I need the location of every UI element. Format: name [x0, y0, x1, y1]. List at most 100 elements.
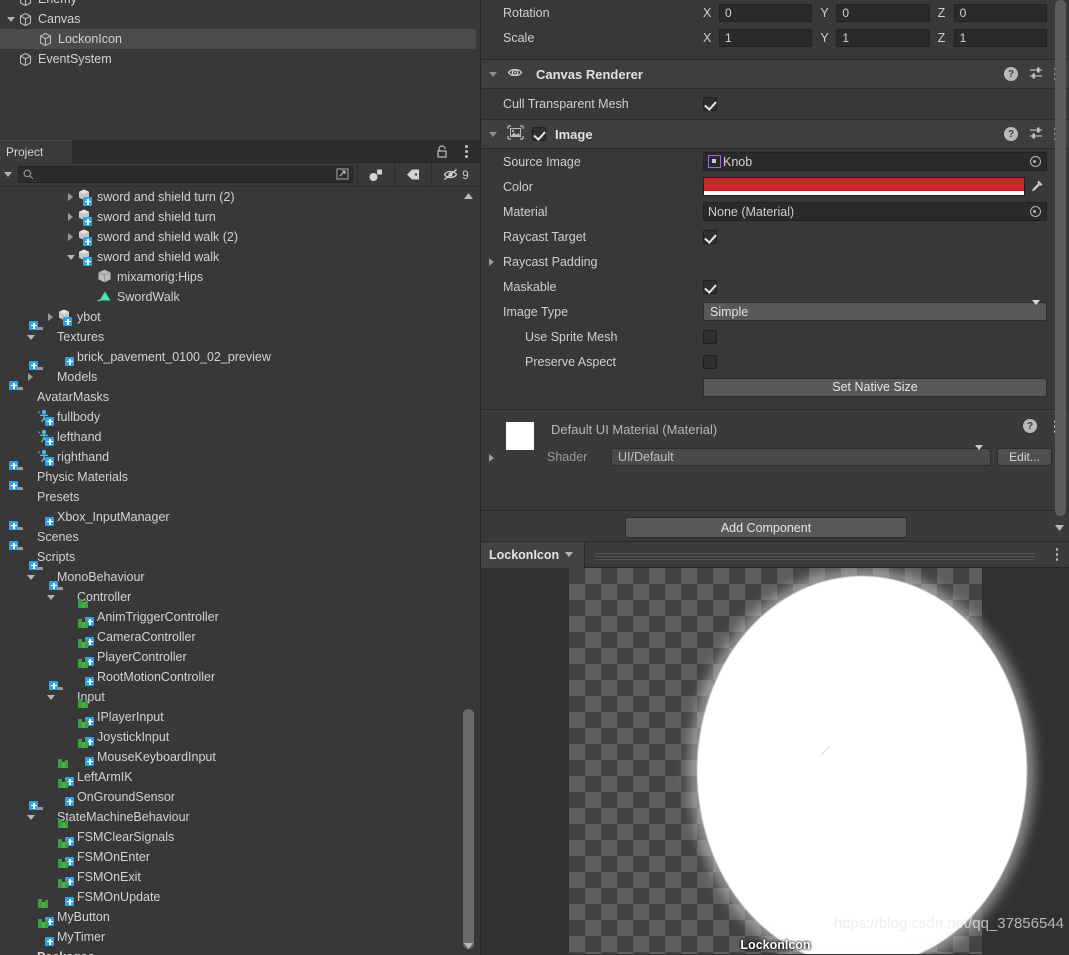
lock-icon[interactable]: [436, 145, 448, 158]
canvas-renderer-header[interactable]: Canvas Renderer ?: [481, 59, 1069, 89]
project-tree-item[interactable]: Scenes: [0, 521, 480, 547]
preview-panel[interactable]: LockonIcon LockonIcon https://blog.csdn.…: [480, 541, 1069, 955]
hierarchy-panel[interactable]: Enemy Canvas LockonIcon EventSystem: [0, 0, 480, 140]
object-filter-icon[interactable]: [358, 163, 394, 187]
visibility-off-icon[interactable]: 9: [432, 163, 480, 187]
scroll-up-arrow[interactable]: [463, 189, 474, 203]
hierarchy-item-lockonicon[interactable]: LockonIcon: [0, 29, 476, 49]
project-tree-item[interactable]: LeftArmIK: [0, 759, 480, 787]
foldout-arrow-expanded[interactable]: [24, 814, 37, 820]
project-tree-item[interactable]: sword and shield walk: [0, 247, 480, 267]
use-sprite-mesh-row[interactable]: Use Sprite Mesh: [481, 324, 1069, 349]
help-icon[interactable]: ?: [1023, 419, 1037, 433]
inspector-scrollbar-thumb[interactable]: [1055, 0, 1066, 516]
project-tree-item[interactable]: fullbody: [0, 407, 480, 427]
foldout-arrow-collapsed[interactable]: [64, 213, 77, 221]
project-scrollbar-thumb[interactable]: [463, 709, 474, 949]
project-tree-item[interactable]: CameraController: [0, 619, 480, 647]
material-preview-block[interactable]: Default UI Material (Material) Shader UI…: [481, 409, 1069, 479]
project-tree-item[interactable]: Scripts: [0, 541, 480, 567]
help-icon[interactable]: ?: [1004, 127, 1018, 141]
project-tree-item[interactable]: sword and shield turn (2): [0, 187, 480, 207]
raycast-padding-row[interactable]: Raycast Padding: [481, 249, 1069, 274]
object-picker-icon[interactable]: [1024, 203, 1046, 220]
set-native-size-button[interactable]: Set Native Size: [703, 377, 1047, 397]
project-tree-item[interactable]: Models: [0, 361, 480, 387]
project-tree-item[interactable]: sword and shield walk (2): [0, 227, 480, 247]
foldout-arrow-expanded[interactable]: [24, 574, 37, 580]
project-tree-item[interactable]: Xbox_InputManager: [0, 507, 480, 527]
preserve-aspect-row[interactable]: Preserve Aspect: [481, 349, 1069, 374]
scale-z-field[interactable]: 1: [953, 28, 1047, 47]
foldout-arrow-expanded[interactable]: [44, 594, 57, 600]
color-swatch[interactable]: [703, 177, 1025, 196]
project-tree-item[interactable]: sword and shield turn: [0, 207, 480, 227]
image-type-dropdown[interactable]: Simple: [703, 299, 1047, 321]
foldout-arrow-raycast-padding[interactable]: [489, 257, 494, 266]
hierarchy-item-canvas[interactable]: Canvas: [0, 9, 480, 29]
scroll-down-arrow[interactable]: [1054, 521, 1065, 535]
project-tree-item[interactable]: Textures: [0, 321, 480, 347]
image-component-enabled-checkbox[interactable]: [532, 127, 546, 141]
raycast-target-row[interactable]: Raycast Target: [481, 224, 1069, 249]
hierarchy-item-enemy[interactable]: Enemy: [0, 0, 480, 9]
foldout-arrow-canvas-renderer[interactable]: [489, 71, 497, 77]
set-native-size-row[interactable]: Set Native Size: [481, 374, 1069, 400]
project-tree-item[interactable]: IPlayerInput: [0, 699, 480, 727]
foldout-arrow-expanded[interactable]: [44, 694, 57, 700]
material-row[interactable]: Material None (Material): [481, 199, 1069, 224]
preset-settings-icon[interactable]: [1029, 66, 1043, 83]
image-type-row[interactable]: Image Type Simple: [481, 299, 1069, 324]
use-sprite-mesh-checkbox[interactable]: [703, 329, 717, 344]
eyedropper-icon[interactable]: [1025, 179, 1047, 194]
help-icon[interactable]: ?: [1004, 67, 1018, 81]
scale-row[interactable]: Scale X 1 Y 1 Z 1: [481, 25, 1069, 50]
project-tree-item[interactable]: MyButton: [0, 899, 480, 927]
search-input[interactable]: [18, 166, 353, 183]
foldout-arrow-material[interactable]: [489, 454, 494, 462]
cull-transparent-mesh-row[interactable]: Cull Transparent Mesh: [481, 89, 1069, 119]
project-tree-item[interactable]: PlayerController: [0, 639, 480, 667]
project-tree-item[interactable]: OnGroundSensor: [0, 779, 480, 807]
raycast-target-checkbox[interactable]: [703, 229, 717, 244]
project-tree-item[interactable]: FSMOnExit: [0, 859, 480, 887]
project-tree-item[interactable]: SwordWalk: [0, 287, 480, 307]
project-tree-item[interactable]: Presets: [0, 481, 480, 507]
foldout-arrow-image[interactable]: [489, 131, 497, 137]
open-in-new-icon[interactable]: [336, 168, 350, 181]
foldout-arrow-collapsed[interactable]: [64, 193, 77, 201]
rotation-row[interactable]: Rotation X 0 Y 0 Z 0: [481, 0, 1069, 25]
color-row[interactable]: Color: [481, 174, 1069, 199]
project-tree-item[interactable]: StateMachineBehaviour: [0, 801, 480, 827]
project-tree-item[interactable]: ybot: [0, 307, 480, 327]
source-image-field[interactable]: Knob: [703, 152, 1047, 171]
preserve-aspect-checkbox[interactable]: [703, 354, 717, 369]
project-tree-item[interactable]: RootMotionController: [0, 659, 480, 687]
project-tree-item[interactable]: lefthand: [0, 427, 480, 447]
scale-y-field[interactable]: 1: [836, 28, 930, 47]
foldout-arrow-expanded[interactable]: [64, 254, 77, 260]
material-field[interactable]: None (Material): [703, 202, 1047, 221]
project-tree-item[interactable]: brick_pavement_0100_02_preview: [0, 347, 480, 367]
object-picker-icon[interactable]: [1024, 153, 1046, 170]
project-tree-item[interactable]: AvatarMasks: [0, 381, 480, 407]
preview-toolbar[interactable]: LockonIcon: [481, 541, 1069, 568]
image-component-header[interactable]: Image ?: [481, 119, 1069, 149]
foldout-arrow-collapsed[interactable]: [44, 313, 57, 321]
scale-x-field[interactable]: 1: [719, 28, 813, 47]
cull-transparent-mesh-checkbox[interactable]: [703, 97, 717, 111]
project-tree[interactable]: sword and shield turn (2) sword and shiel…: [0, 187, 480, 955]
project-tree-item[interactable]: FSMClearSignals: [0, 819, 480, 847]
project-tree-item[interactable]: Packages: [0, 947, 480, 955]
project-tree-item[interactable]: Physic Materials: [0, 461, 480, 487]
project-tree-item[interactable]: Input: [0, 681, 480, 707]
preview-object-dropdown[interactable]: LockonIcon: [481, 541, 585, 568]
create-dropdown-icon[interactable]: [0, 172, 16, 177]
project-toolbar[interactable]: 9: [0, 162, 480, 187]
edit-shader-button[interactable]: Edit...: [997, 448, 1052, 466]
tab-project[interactable]: Project: [0, 140, 72, 163]
project-tree-item[interactable]: mixamorig:Hips: [0, 267, 480, 287]
project-tree-item[interactable]: MouseKeyboardInput: [0, 739, 480, 767]
foldout-arrow-expanded[interactable]: [24, 334, 37, 340]
preset-settings-icon[interactable]: [1029, 126, 1043, 143]
